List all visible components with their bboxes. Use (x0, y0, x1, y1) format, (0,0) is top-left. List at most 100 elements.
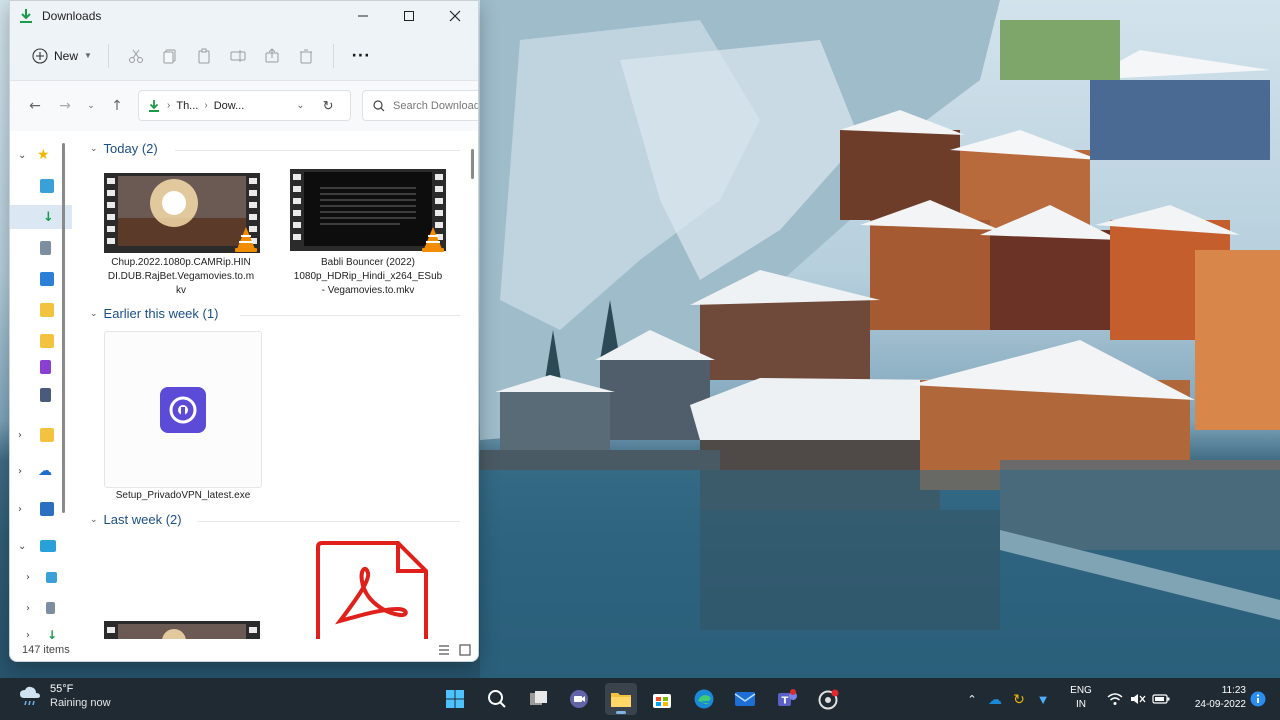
tiles-view-icon[interactable] (459, 644, 471, 656)
back-button[interactable]: ← (20, 91, 50, 121)
network-icon (40, 502, 54, 516)
start-button[interactable] (439, 683, 471, 715)
search-box[interactable]: Search Downloads (362, 90, 478, 121)
windows-logo-icon (446, 690, 464, 708)
recent-locations-button[interactable]: ⌄ (80, 91, 102, 121)
search-button[interactable] (481, 683, 513, 715)
chevron-down-icon: ⌄ (18, 149, 27, 161)
weather-widget[interactable]: 55°F Raining now (18, 682, 111, 710)
breadcrumb-this-pc[interactable]: Th... (176, 100, 198, 112)
file-name-line: Chup.2022.1080p.CAMRip.HIN (111, 257, 251, 268)
pdf-file-icon (316, 541, 428, 641)
content-scrollbar[interactable] (471, 149, 474, 179)
details-view-icon[interactable] (438, 644, 450, 656)
file-name: Setup_PrivadoVPN_latest.exe (115, 490, 251, 501)
forward-button[interactable]: → (50, 91, 80, 121)
file-name-line: Babli Bouncer (2022) (321, 257, 415, 268)
folder-icon (40, 303, 54, 317)
taskbar-edge[interactable] (688, 683, 720, 715)
address-bar[interactable]: › Th... › Dow... ⌄ ↻ (138, 90, 351, 121)
vlc-icon (235, 227, 257, 252)
maximize-button[interactable] (386, 1, 432, 31)
paste-button[interactable] (187, 41, 221, 71)
sidebar-item-this-pc[interactable]: ⌄ (10, 534, 72, 558)
arrow-right-icon: → (59, 98, 71, 114)
edge-browser-icon (694, 689, 714, 709)
taskbar-mail[interactable] (729, 683, 761, 715)
sidebar-item-desktop[interactable]: › (10, 565, 72, 589)
rain-cloud-icon (20, 686, 40, 706)
vlc-icon (422, 227, 444, 252)
document-icon (46, 602, 55, 614)
sync-icon: ↻ (1013, 690, 1025, 707)
copy-icon (163, 49, 176, 63)
taskbar-app-record[interactable] (812, 683, 844, 715)
trash-icon (299, 49, 312, 63)
system-clock[interactable]: 11:23 24-09-2022 (1176, 684, 1246, 712)
downloads-icon (149, 99, 159, 112)
show-hidden-icons-button[interactable]: ⌃ (962, 683, 982, 715)
taskbar-teams[interactable]: T (771, 683, 803, 715)
taskbar-file-explorer[interactable] (605, 683, 637, 715)
group-divider (175, 150, 460, 151)
tray-volume[interactable] (1127, 683, 1149, 715)
copy-button[interactable] (153, 41, 187, 71)
plus-circle-icon (32, 47, 48, 64)
title-bar[interactable]: Downloads (10, 1, 478, 31)
group-header-earlier-this-week[interactable]: ⌄ Earlier this week (1) (90, 306, 218, 321)
breadcrumb-downloads[interactable]: Dow... (214, 100, 245, 112)
rename-button[interactable] (221, 41, 255, 71)
minimize-button[interactable] (340, 1, 386, 31)
tray-wifi[interactable] (1104, 683, 1126, 715)
file-list[interactable]: ⌄ Today (2) Chup.2022.1080p.CAMRip.HIN D… (80, 131, 470, 641)
refresh-icon[interactable]: ↻ (323, 98, 334, 114)
app-icon (40, 388, 51, 402)
store-icon (653, 694, 671, 708)
command-bar: New ▼ ··· (10, 31, 478, 81)
share-button[interactable] (255, 41, 289, 71)
downloads-icon: ↓ (43, 209, 54, 225)
chat-button[interactable] (563, 683, 595, 715)
file-name: Chup.2022.1080p.CAMRip.HIN DI.DUB.RajBet… (96, 256, 266, 298)
microphone-icon: ▼ (1036, 691, 1050, 707)
group-label: Today (2) (103, 141, 158, 156)
chevron-down-icon[interactable]: ⌄ (296, 100, 304, 111)
language-indicator[interactable]: ENG IN (1066, 684, 1096, 712)
tray-onedrive[interactable]: ☁ (985, 683, 1005, 715)
status-bar: 147 items (10, 639, 478, 661)
group-header-today[interactable]: ⌄ Today (2) (90, 141, 158, 156)
tray-sync[interactable]: ↻ (1008, 683, 1030, 715)
new-button[interactable]: New ▼ (26, 41, 98, 71)
mail-icon (734, 692, 756, 706)
item-count: 147 items (22, 644, 70, 656)
chevron-right-icon: › (26, 602, 30, 614)
battery-icon (1152, 694, 1170, 704)
sidebar-item-documents[interactable]: › (10, 596, 72, 620)
group-label: Last week (2) (103, 512, 182, 527)
chevron-up-icon: ⌃ (967, 693, 977, 706)
breadcrumb-separator-icon: › (167, 100, 171, 111)
language-region: IN (1076, 699, 1086, 710)
delete-button[interactable] (289, 41, 323, 71)
task-view-button[interactable] (523, 683, 555, 715)
more-options-button[interactable]: ··· (344, 41, 378, 71)
file-name-line: kv (176, 285, 186, 296)
notifications-button[interactable] (1248, 683, 1268, 715)
cut-button[interactable] (119, 41, 153, 71)
close-button[interactable] (432, 1, 478, 31)
file-explorer-window[interactable]: Downloads New ▼ ··· ← → ⌄ ↑ › Th... › Do… (9, 0, 479, 662)
teams-icon: T (778, 689, 797, 707)
recorder-icon (818, 689, 839, 710)
active-indicator (616, 711, 626, 714)
group-header-last-week[interactable]: ⌄ Last week (2) (90, 512, 182, 527)
tray-battery[interactable] (1150, 683, 1172, 715)
share-icon (265, 47, 279, 62)
taskbar-store[interactable] (646, 683, 678, 715)
svg-text:T: T (782, 696, 789, 707)
tray-microphone[interactable]: ▼ (1033, 683, 1053, 715)
downloads-icon (20, 9, 32, 23)
up-button[interactable]: ↑ (102, 91, 132, 121)
sidebar-scrollbar[interactable] (62, 143, 65, 513)
group-label: Earlier this week (1) (103, 306, 219, 321)
chevron-down-icon: ⌄ (90, 143, 98, 153)
